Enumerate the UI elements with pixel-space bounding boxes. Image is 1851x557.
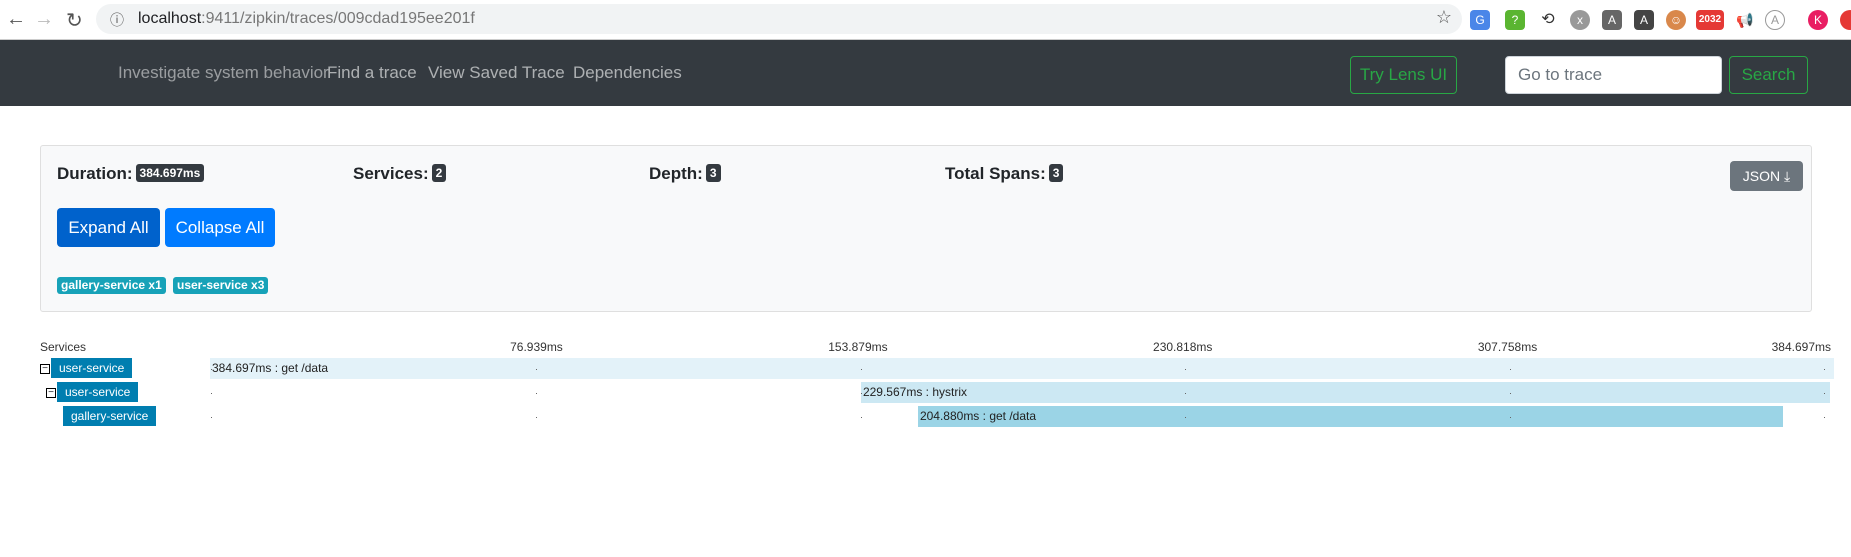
expand-all-button[interactable]: Expand All: [57, 208, 160, 247]
service-badge-user[interactable]: user-service x3: [173, 277, 269, 294]
navbar: Investigate system behavior Find a trace…: [0, 40, 1851, 106]
translate-extension-icon[interactable]: G: [1470, 10, 1490, 30]
a-extension-icon[interactable]: A: [1765, 10, 1785, 30]
time-tick-label: 76.939ms: [510, 340, 563, 354]
search-button[interactable]: Search: [1729, 56, 1808, 94]
grid-tick-dot: [211, 369, 212, 370]
grid-tick-dot: [1824, 393, 1825, 394]
total-spans-label: Total Spans:: [945, 164, 1046, 183]
grid-tick-dot: [211, 393, 212, 394]
total-spans-badge: 3: [1048, 164, 1064, 182]
profile-avatar[interactable]: K: [1808, 10, 1828, 30]
update-icon[interactable]: [1840, 10, 1851, 30]
font-extension-icon[interactable]: A: [1602, 10, 1622, 30]
browser-toolbar: ← → ↻ ⓘ localhost:9411/zipkin/traces/009…: [0, 0, 1851, 40]
url-host: localhost: [138, 10, 202, 27]
forward-icon[interactable]: →: [34, 8, 54, 31]
depth-badge: 3: [705, 164, 721, 182]
duration-badge: 384.697ms: [135, 164, 205, 182]
sync-extension-icon[interactable]: ⟲: [1538, 10, 1558, 30]
service-name-label[interactable]: user-service: [57, 382, 139, 402]
grid-tick-dot: [1185, 369, 1187, 370]
span-bar[interactable]: 204.880ms : get /data: [917, 406, 1783, 427]
span-row[interactable]: 229.567ms : hystrix − user-service: [0, 382, 1851, 404]
services-badge: 2: [431, 164, 447, 182]
collapse-toggle-icon[interactable]: −: [40, 364, 50, 374]
span-row[interactable]: 204.880ms : get /data gallery-service: [0, 406, 1851, 428]
time-tick-label: 230.818ms: [1153, 340, 1213, 354]
services-stat: Services: 2: [353, 164, 447, 184]
nav-dependencies[interactable]: Dependencies: [573, 63, 682, 83]
nav-view-saved-trace[interactable]: View Saved Trace: [428, 63, 565, 83]
info-icon: ⓘ: [110, 12, 124, 28]
grid-tick-dot: [1824, 417, 1825, 418]
angular-extension-icon[interactable]: A: [1634, 10, 1654, 30]
services-header: Services: [40, 340, 87, 354]
span-bar[interactable]: 384.697ms : get /data: [210, 358, 1834, 379]
grid-tick-dot: [860, 393, 862, 394]
depth-label: Depth:: [649, 164, 703, 183]
grid-tick-dot: [860, 369, 862, 370]
span-bar[interactable]: 229.567ms : hystrix: [860, 382, 1831, 403]
go-to-trace-input[interactable]: [1505, 56, 1722, 94]
service-name-label[interactable]: gallery-service: [63, 406, 157, 426]
grid-tick-dot: [1510, 417, 1512, 418]
grid-tick-dot: [1185, 393, 1187, 394]
nav-find-trace[interactable]: Find a trace: [327, 63, 417, 83]
bookmark-star-icon[interactable]: ☆: [1436, 7, 1452, 28]
total-spans-stat: Total Spans: 3: [945, 164, 1064, 184]
reload-icon[interactable]: ↻: [66, 8, 83, 33]
grid-tick-dot: [1824, 369, 1825, 370]
trace-summary-panel: Duration: 384.697ms Services: 2 Depth: 3 To…: [40, 145, 1812, 312]
url-path: :9411/zipkin/traces/009cdad195ee201f: [201, 10, 475, 27]
grid-tick-dot: [211, 417, 212, 418]
close-extension-icon[interactable]: x: [1570, 10, 1590, 30]
service-name-label[interactable]: user-service: [51, 358, 133, 378]
url-text: localhost:9411/zipkin/traces/009cdad195e…: [138, 10, 475, 28]
time-tick-label: 307.758ms: [1477, 340, 1538, 354]
tagline: Investigate system behavior: [118, 63, 329, 82]
download-icon: ⤓: [1784, 168, 1791, 184]
collapse-all-button[interactable]: Collapse All: [165, 208, 275, 247]
grid-tick-dot: [535, 369, 537, 370]
service-badge-gallery[interactable]: gallery-service x1: [57, 277, 166, 294]
time-tick-label: 384.697ms: [1771, 340, 1831, 354]
mail-extension-icon[interactable]: 2032: [1696, 10, 1724, 30]
megaphone-extension-icon[interactable]: 📢: [1735, 10, 1755, 30]
grid-tick-dot: [535, 393, 537, 394]
services-label: Services:: [353, 164, 429, 183]
try-lens-ui-button[interactable]: Try Lens UI: [1350, 56, 1457, 94]
grid-tick-dot: [535, 417, 537, 418]
avatar-extension-icon[interactable]: ☺: [1666, 10, 1686, 30]
time-tick-label: 153.879ms: [828, 340, 888, 354]
json-label: JSON: [1742, 168, 1781, 184]
span-row[interactable]: 384.697ms : get /data − user-service: [0, 358, 1851, 380]
depth-stat: Depth: 3: [649, 164, 721, 184]
grid-tick-dot: [1510, 393, 1512, 394]
collapse-toggle-icon[interactable]: −: [46, 388, 56, 398]
grid-tick-dot: [1510, 369, 1512, 370]
duration-stat: Duration: 384.697ms: [57, 164, 205, 184]
back-icon[interactable]: ←: [6, 8, 26, 31]
download-extension-icon[interactable]: ?: [1505, 10, 1525, 30]
duration-label: Duration:: [57, 164, 133, 183]
address-bar[interactable]: ⓘ localhost:9411/zipkin/traces/009cdad19…: [96, 4, 1462, 34]
grid-tick-dot: [1185, 417, 1187, 418]
json-download-button[interactable]: JSON ⤓: [1730, 161, 1803, 191]
grid-tick-dot: [860, 417, 862, 418]
